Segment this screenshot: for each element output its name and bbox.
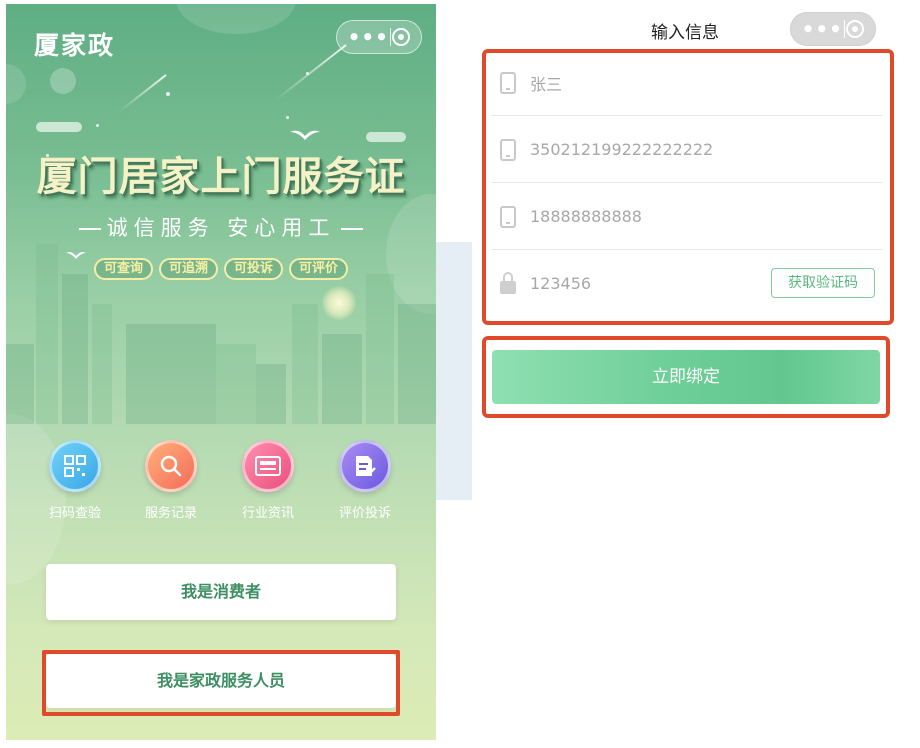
name-row: 张三 (492, 50, 882, 116)
banner-slogan-text: 诚信服务 安心用工 (106, 216, 336, 240)
skyline-building (92, 304, 112, 424)
quick-action-label: 行业资讯 (241, 506, 294, 521)
search-icon (145, 440, 197, 492)
qr-code-icon (49, 440, 101, 492)
quick-action-label: 扫码查验 (48, 506, 101, 521)
home-screen: 厦家政 ••• 厦门居家上门服务证 诚信服务 安心用工 可查询 可追溯 可投诉 … (6, 4, 436, 740)
quick-action-records[interactable]: 服务记录 (126, 440, 216, 521)
badge-rate: 可评价 (289, 258, 349, 280)
badge-row: 可查询 可追溯 可投诉 可评价 (94, 258, 349, 280)
lock-body (500, 281, 516, 294)
close-target-icon[interactable] (392, 28, 411, 46)
background-patch (436, 242, 472, 500)
phone-row: 18888888888 (492, 184, 882, 250)
bind-button[interactable]: 立即绑定 (492, 350, 880, 404)
decor-streak (118, 74, 167, 113)
skyline-building (256, 364, 286, 424)
page-title: 输入信息 (651, 23, 719, 43)
skyline-building (36, 244, 58, 424)
slogan-dash (78, 228, 101, 230)
skyline-building (366, 274, 394, 424)
decor-cloud (366, 132, 406, 142)
id-number-field[interactable]: 350212199222222222 (530, 140, 713, 159)
phone-icon (500, 205, 516, 228)
news-icon (242, 440, 294, 492)
phone-field[interactable]: 18888888888 (530, 207, 642, 226)
more-icon[interactable]: ••• (348, 27, 389, 47)
quick-action-scan[interactable]: 扫码查验 (30, 440, 120, 521)
quick-action-label: 评价投诉 (338, 506, 391, 521)
decor-streak (274, 44, 347, 102)
skyline-building (6, 344, 34, 424)
skyline-building (126, 324, 216, 424)
more-icon[interactable]: ••• (802, 19, 843, 39)
skyline-building (292, 304, 318, 424)
decor-bubble (6, 64, 26, 104)
mini-program-capsule: ••• (790, 12, 876, 46)
decor-star (96, 124, 99, 127)
decor-bubble (176, 4, 296, 34)
worker-button[interactable]: 我是家政服务人员 (46, 654, 396, 708)
skyline-building (62, 274, 88, 424)
decor-bubble (50, 68, 76, 94)
quick-action-review[interactable]: 评价投诉 (320, 440, 410, 521)
mini-program-capsule: ••• (336, 20, 422, 54)
lock-icon (500, 272, 516, 294)
id-number-row: 350212199222222222 (492, 117, 882, 183)
badge-complain: 可投诉 (224, 258, 284, 280)
badge-trace: 可追溯 (159, 258, 219, 280)
slogan-dash (341, 228, 364, 230)
phone-icon (500, 71, 516, 94)
skyline-building (216, 344, 256, 424)
decor-star (286, 116, 289, 119)
phone-icon (500, 138, 516, 161)
skyline-building (398, 304, 436, 424)
quick-action-news[interactable]: 行业资讯 (223, 440, 313, 521)
capsule-divider (390, 28, 392, 46)
decor-cloud (36, 122, 82, 132)
banner-title: 厦门居家上门服务证 (36, 154, 406, 200)
app-title: 厦家政 (34, 31, 116, 60)
decor-star (166, 92, 170, 96)
badge-query: 可查询 (94, 258, 154, 280)
close-target-icon[interactable] (846, 20, 865, 38)
skyline-building (322, 334, 362, 424)
name-field[interactable]: 张三 (530, 71, 562, 95)
bird-icon (66, 252, 86, 259)
moon-glow (322, 286, 356, 320)
edit-document-icon (339, 440, 391, 492)
quick-action-label: 服务记录 (144, 506, 197, 521)
banner-slogan: 诚信服务 安心用工 (6, 212, 436, 242)
consumer-button[interactable]: 我是消费者 (46, 564, 396, 620)
capsule-divider (844, 20, 846, 38)
bird-icon (290, 130, 320, 140)
get-code-button[interactable]: 获取验证码 (771, 268, 875, 298)
verification-code-field[interactable]: 123456 (530, 274, 591, 293)
